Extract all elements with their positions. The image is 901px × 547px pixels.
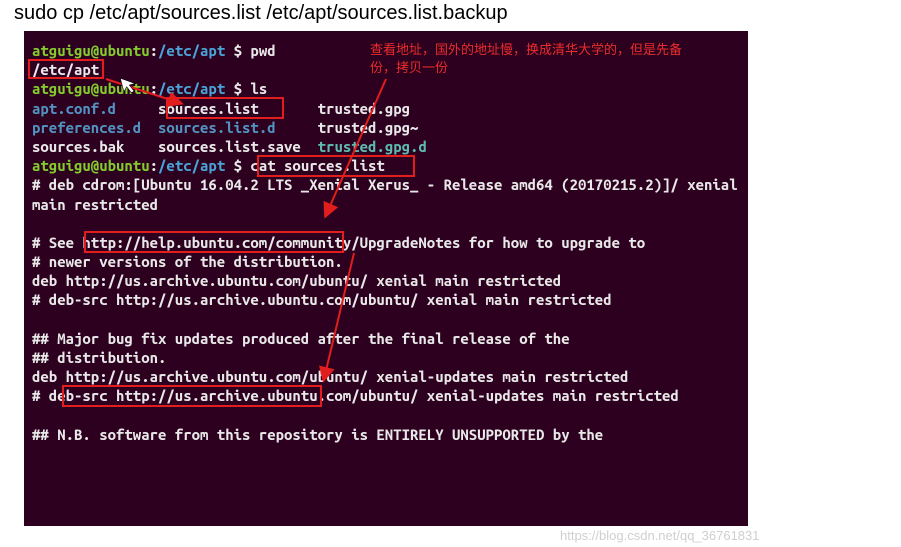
cmd-ls: ls bbox=[250, 80, 267, 97]
colon-2: : bbox=[150, 80, 158, 97]
colon-3: : bbox=[150, 157, 158, 174]
cat-l6: # deb-src http://us.archive.ubuntu.com/u… bbox=[32, 291, 612, 308]
cat-l13: ## N.B. software from this repository is… bbox=[32, 426, 603, 443]
terminal-wrapper: atguigu@ubuntu:/etc/apt $ pwd /etc/apt a… bbox=[24, 31, 748, 526]
ls-sources-list-save: sources.list.save bbox=[158, 138, 301, 155]
user-host-3: atguigu@ubuntu bbox=[32, 157, 150, 174]
ls-trusted-gpg: trusted.gpg bbox=[318, 100, 410, 117]
cat-l4: # newer versions of the distribution. bbox=[32, 253, 343, 270]
terminal[interactable]: atguigu@ubuntu:/etc/apt $ pwd /etc/apt a… bbox=[24, 31, 748, 526]
prompt-sep: $ bbox=[225, 42, 250, 59]
watermark: https://blog.csdn.net/qq_36761831 bbox=[560, 528, 760, 543]
colon: : bbox=[150, 42, 158, 59]
cat-l1: # deb cdrom:[Ubuntu 16.04.2 LTS _Xenial … bbox=[32, 176, 746, 212]
ls-sources-list-d: sources.list.d bbox=[158, 119, 276, 136]
cmd-cat: cat sources.list bbox=[250, 157, 384, 174]
cat-l8: ## Major bug fix updates produced after … bbox=[32, 330, 570, 347]
cat-l3: # See http://help.ubuntu.com/community/U… bbox=[32, 234, 645, 251]
cat-l10: deb http://us.archive.ubuntu.com/ubuntu/… bbox=[32, 368, 628, 385]
pwd-output: /etc/apt bbox=[32, 61, 99, 78]
prompt-sep-3: $ bbox=[225, 157, 250, 174]
cwd-path-3: /etc/apt bbox=[158, 157, 225, 174]
ls-trusted-gpg-d: trusted.gpg.d bbox=[318, 138, 427, 155]
ls-sources-list: sources.list bbox=[158, 100, 259, 117]
cat-l5: deb http://us.archive.ubuntu.com/ubuntu/… bbox=[32, 272, 561, 289]
ls-preferences-d: preferences.d bbox=[32, 119, 141, 136]
ls-apt-conf-d: apt.conf.d bbox=[32, 100, 116, 117]
cwd-path-2: /etc/apt bbox=[158, 80, 225, 97]
cat-l11: # deb-src http://us.archive.ubuntu.com/u… bbox=[32, 387, 679, 404]
ls-trusted-gpg-tilde: trusted.gpg~ bbox=[318, 119, 419, 136]
title-command: sudo cp /etc/apt/sources.list /etc/apt/s… bbox=[0, 0, 901, 27]
user-host: atguigu@ubuntu bbox=[32, 42, 150, 59]
cat-l9: ## distribution. bbox=[32, 349, 166, 366]
cmd-pwd: pwd bbox=[250, 42, 275, 59]
cwd-path: /etc/apt bbox=[158, 42, 225, 59]
prompt-sep-2: $ bbox=[225, 80, 250, 97]
user-host-2: atguigu@ubuntu bbox=[32, 80, 150, 97]
ls-sources-bak: sources.bak bbox=[32, 138, 124, 155]
